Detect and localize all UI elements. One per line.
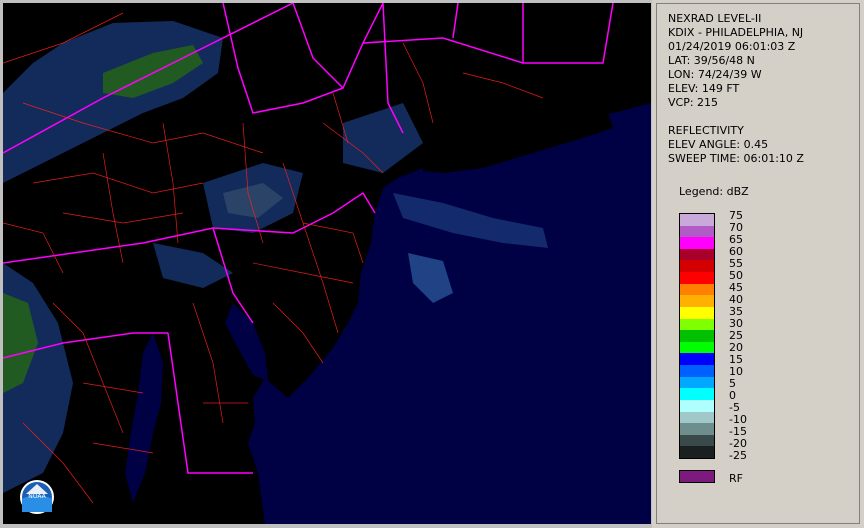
- legend-swatch: [680, 248, 714, 261]
- legend-swatch: [680, 283, 714, 296]
- legend-label: 15: [729, 353, 743, 366]
- station-name: KDIX - PHILADELPHIA, NJ: [668, 26, 804, 39]
- delaware-bay: [225, 303, 268, 381]
- station-lat: LAT: 39/56/48 N: [668, 54, 755, 67]
- legend-swatch: [680, 376, 714, 389]
- legend-swatch: [680, 306, 714, 320]
- legend-swatch: [680, 353, 714, 366]
- legend-swatch: [680, 365, 714, 378]
- chesapeake-bay: [125, 333, 163, 503]
- svg-text:NOAA: NOAA: [28, 493, 46, 500]
- station-elev: ELEV: 149 FT: [668, 82, 740, 95]
- legend-label: -20: [729, 437, 747, 450]
- scan-datetime: 01/24/2019 06:01:03 Z: [668, 40, 796, 53]
- legend-swatch: [680, 330, 714, 343]
- map-frame: NOAA: [0, 0, 652, 528]
- info-panel: NEXRAD LEVEL-II KDIX - PHILADELPHIA, NJ …: [656, 3, 860, 524]
- legend-label: 60: [729, 245, 743, 258]
- legend-label: 55: [729, 257, 743, 270]
- radar-map[interactable]: NOAA: [3, 3, 651, 524]
- legend-label: -25: [729, 449, 747, 462]
- legend-label: -5: [729, 401, 740, 414]
- legend-swatch: [680, 434, 714, 447]
- legend-label: 35: [729, 305, 743, 318]
- legend-swatch: [680, 411, 714, 424]
- radar-map-svg: NOAA: [3, 3, 651, 524]
- legend-label: 40: [729, 293, 743, 306]
- station-lon: LON: 74/24/39 W: [668, 68, 762, 81]
- legend-color-bar: [679, 213, 715, 459]
- legend-label: 0: [729, 389, 736, 402]
- legend-label: 20: [729, 341, 743, 354]
- legend-swatch: [680, 423, 714, 436]
- legend-swatch: [680, 260, 714, 273]
- legend-swatch: [680, 214, 714, 227]
- legend-label: 25: [729, 329, 743, 342]
- legend-label: 10: [729, 365, 743, 378]
- elev-angle: ELEV ANGLE: 0.45: [668, 138, 769, 151]
- legend-label: 65: [729, 233, 743, 246]
- legend-label: 75: [729, 209, 743, 222]
- sweep-time: SWEEP TIME: 06:01:10 Z: [668, 152, 804, 165]
- noaa-logo: NOAA: [20, 480, 54, 514]
- legend-swatch: [680, 295, 714, 308]
- legend-title: Legend: dBZ: [679, 185, 749, 198]
- product-name: NEXRAD LEVEL-II: [668, 12, 762, 25]
- legend-label: 30: [729, 317, 743, 330]
- legend-label: 50: [729, 269, 743, 282]
- legend-label: -15: [729, 425, 747, 438]
- rf-label: RF: [729, 472, 743, 485]
- legend-swatch: [680, 225, 714, 238]
- station-vcp: VCP: 215: [668, 96, 719, 109]
- legend-label: 70: [729, 221, 743, 234]
- product-type: REFLECTIVITY: [668, 124, 744, 137]
- legend-swatch: [680, 318, 714, 331]
- legend-swatch: [680, 399, 714, 412]
- legend-swatch: [680, 272, 714, 285]
- legend-label: 5: [729, 377, 736, 390]
- legend-swatch: [680, 446, 714, 459]
- legend-swatch: [680, 237, 714, 250]
- legend-swatch: [680, 388, 714, 401]
- legend-label: -10: [729, 413, 747, 426]
- rf-swatch: [679, 470, 715, 483]
- legend-label: 45: [729, 281, 743, 294]
- legend-swatch: [680, 341, 714, 354]
